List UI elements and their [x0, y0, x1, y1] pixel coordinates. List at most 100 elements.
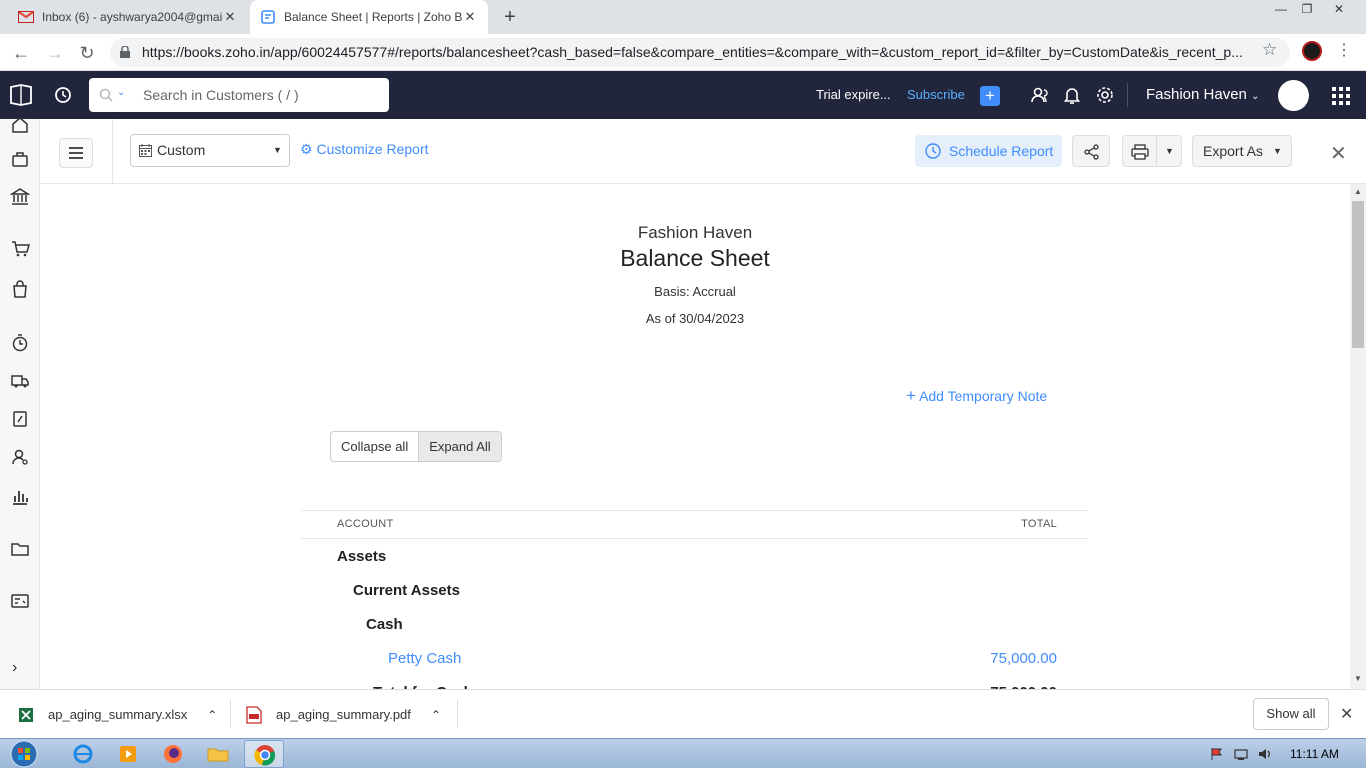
- add-note-label: Add Temporary Note: [919, 388, 1048, 404]
- search-input[interactable]: ⌄ Search in Customers ( / ): [89, 78, 389, 112]
- users-icon[interactable]: [1030, 85, 1050, 105]
- taskbar-clock[interactable]: 11:11 AM: [1290, 739, 1339, 769]
- close-icon[interactable]: ✕: [1330, 141, 1347, 166]
- subscribe-link[interactable]: Subscribe: [907, 71, 965, 119]
- bookmark-star-icon[interactable]: ☆: [1262, 40, 1277, 60]
- avatar[interactable]: [1278, 80, 1309, 111]
- table-header: ACCOUNT TOTAL: [301, 510, 1087, 539]
- window-close-icon[interactable]: ✕: [1326, 0, 1352, 18]
- account-link-petty-cash[interactable]: Petty Cash: [388, 642, 461, 676]
- new-tab-button[interactable]: +: [498, 5, 522, 29]
- home-icon[interactable]: [10, 115, 30, 135]
- network-icon[interactable]: [1234, 747, 1248, 761]
- items-icon[interactable]: [10, 149, 30, 169]
- scrollbar-thumb[interactable]: [1352, 201, 1364, 348]
- export-label: Export As: [1203, 143, 1263, 159]
- organization-switcher[interactable]: Fashion Haven ⌄: [1146, 71, 1259, 121]
- expand-sidebar-icon[interactable]: ›: [12, 659, 17, 677]
- export-as-button[interactable]: Export As ▼: [1192, 135, 1292, 167]
- close-icon[interactable]: ✕: [1340, 704, 1353, 724]
- windows-taskbar: 11:11 AM: [0, 738, 1366, 768]
- reload-icon[interactable]: ↻: [74, 40, 100, 66]
- documents-folder-icon[interactable]: [10, 539, 30, 559]
- tab-title: Inbox (6) - ayshwarya2004@gmail.com: [42, 10, 222, 24]
- internet-explorer-icon[interactable]: [70, 742, 96, 766]
- plus-icon: +: [906, 386, 916, 405]
- collapse-all-button[interactable]: Collapse all: [331, 432, 418, 461]
- table-row: Cash: [301, 608, 1087, 642]
- eway-bill-truck-icon[interactable]: [10, 371, 30, 391]
- app-grid-icon[interactable]: [1332, 87, 1350, 105]
- amount-link[interactable]: 75,000.00: [990, 642, 1057, 676]
- gear-icon[interactable]: [1095, 85, 1115, 105]
- zoho-books-logo-icon[interactable]: [8, 83, 34, 107]
- caret-down-icon: ▼: [1273, 146, 1282, 156]
- forward-icon[interactable]: →: [42, 40, 68, 66]
- time-tracking-icon[interactable]: [10, 333, 30, 353]
- download-item-pdf[interactable]: ap_aging_summary.pdf ⌃: [246, 690, 441, 739]
- tab-title: Balance Sheet | Reports | Zoho Books: [284, 10, 462, 24]
- expand-all-button[interactable]: Expand All: [418, 432, 501, 461]
- gmail-icon: [18, 11, 34, 23]
- report-menu-button[interactable]: [59, 138, 93, 168]
- action-center-flag-icon[interactable]: [1210, 747, 1224, 761]
- address-bar[interactable]: https://books.zoho.in/app/60024457577#/r…: [110, 38, 1290, 67]
- share-button[interactable]: [1072, 135, 1110, 167]
- recent-history-icon[interactable]: [54, 86, 72, 104]
- quick-create-button[interactable]: +: [980, 86, 1000, 106]
- windows-start-icon[interactable]: [6, 739, 42, 769]
- period-select[interactable]: Custom ▼: [130, 134, 290, 167]
- chevron-up-icon[interactable]: ⌃: [431, 708, 441, 722]
- period-value: Custom: [157, 142, 206, 158]
- trial-status[interactable]: Trial expire...: [816, 71, 891, 119]
- schedule-report-button[interactable]: Schedule Report: [915, 135, 1062, 167]
- firefox-icon[interactable]: [160, 742, 186, 766]
- bell-icon[interactable]: [1062, 85, 1082, 105]
- chevron-down-icon[interactable]: ⌄: [117, 87, 125, 98]
- media-player-icon[interactable]: [115, 742, 141, 766]
- file-explorer-icon[interactable]: [205, 742, 231, 766]
- download-item-xlsx[interactable]: ap_aging_summary.xlsx ⌃: [18, 690, 217, 739]
- volume-icon[interactable]: [1258, 747, 1272, 761]
- profile-icon[interactable]: [1302, 41, 1322, 61]
- row-label: Current Assets: [353, 582, 460, 599]
- restore-icon[interactable]: ❐: [1294, 0, 1320, 18]
- contacts-icon[interactable]: [10, 447, 30, 467]
- close-icon[interactable]: ✕: [462, 9, 478, 25]
- sales-cart-icon[interactable]: [10, 239, 30, 259]
- add-temporary-note-link[interactable]: + Add Temporary Note: [906, 386, 1047, 406]
- back-icon[interactable]: ←: [8, 40, 34, 66]
- taskbar-chrome-active[interactable]: [244, 740, 284, 768]
- collapse-expand-toggle: Collapse all Expand All: [330, 431, 502, 462]
- purchases-bag-icon[interactable]: [10, 279, 30, 299]
- report-body: Fashion Haven Balance Sheet Basis: Accru…: [40, 184, 1350, 689]
- download-divider: [457, 700, 458, 728]
- accountant-icon[interactable]: [10, 409, 30, 429]
- chrome-menu-icon[interactable]: ⋮: [1336, 40, 1352, 60]
- split-divider: [1156, 136, 1157, 166]
- org-name: Fashion Haven: [1146, 86, 1247, 103]
- banking-icon[interactable]: [10, 187, 30, 207]
- sidebar: ›: [0, 117, 40, 689]
- caret-down-icon[interactable]: ▼: [1165, 136, 1174, 166]
- scroll-down-icon[interactable]: ▼: [1354, 674, 1362, 683]
- zoho-books-icon: [261, 10, 275, 24]
- show-all-downloads-button[interactable]: Show all: [1253, 698, 1329, 730]
- config-icon[interactable]: [10, 591, 30, 611]
- chevron-up-icon[interactable]: ⌃: [207, 708, 217, 722]
- customize-report-link[interactable]: ⚙ Customize Report: [300, 141, 429, 158]
- tab-balance-sheet[interactable]: Balance Sheet | Reports | Zoho Books ✕: [250, 0, 488, 34]
- calendar-icon: [139, 144, 152, 157]
- reports-chart-icon[interactable]: [10, 487, 30, 507]
- chrome-icon: [254, 745, 276, 766]
- scroll-up-icon[interactable]: ▲: [1354, 187, 1362, 196]
- vertical-scrollbar[interactable]: ▲ ▼: [1350, 184, 1366, 689]
- minimize-icon[interactable]: —: [1268, 0, 1294, 18]
- share-icon: [1084, 144, 1099, 160]
- header-divider: [1127, 83, 1128, 107]
- company-name: Fashion Haven: [637, 223, 753, 242]
- print-button[interactable]: ▼: [1122, 135, 1182, 167]
- report-title: Balance Sheet: [620, 245, 770, 271]
- close-icon[interactable]: ✕: [222, 9, 238, 25]
- tab-gmail[interactable]: Inbox (6) - ayshwarya2004@gmail.com ✕: [8, 0, 248, 34]
